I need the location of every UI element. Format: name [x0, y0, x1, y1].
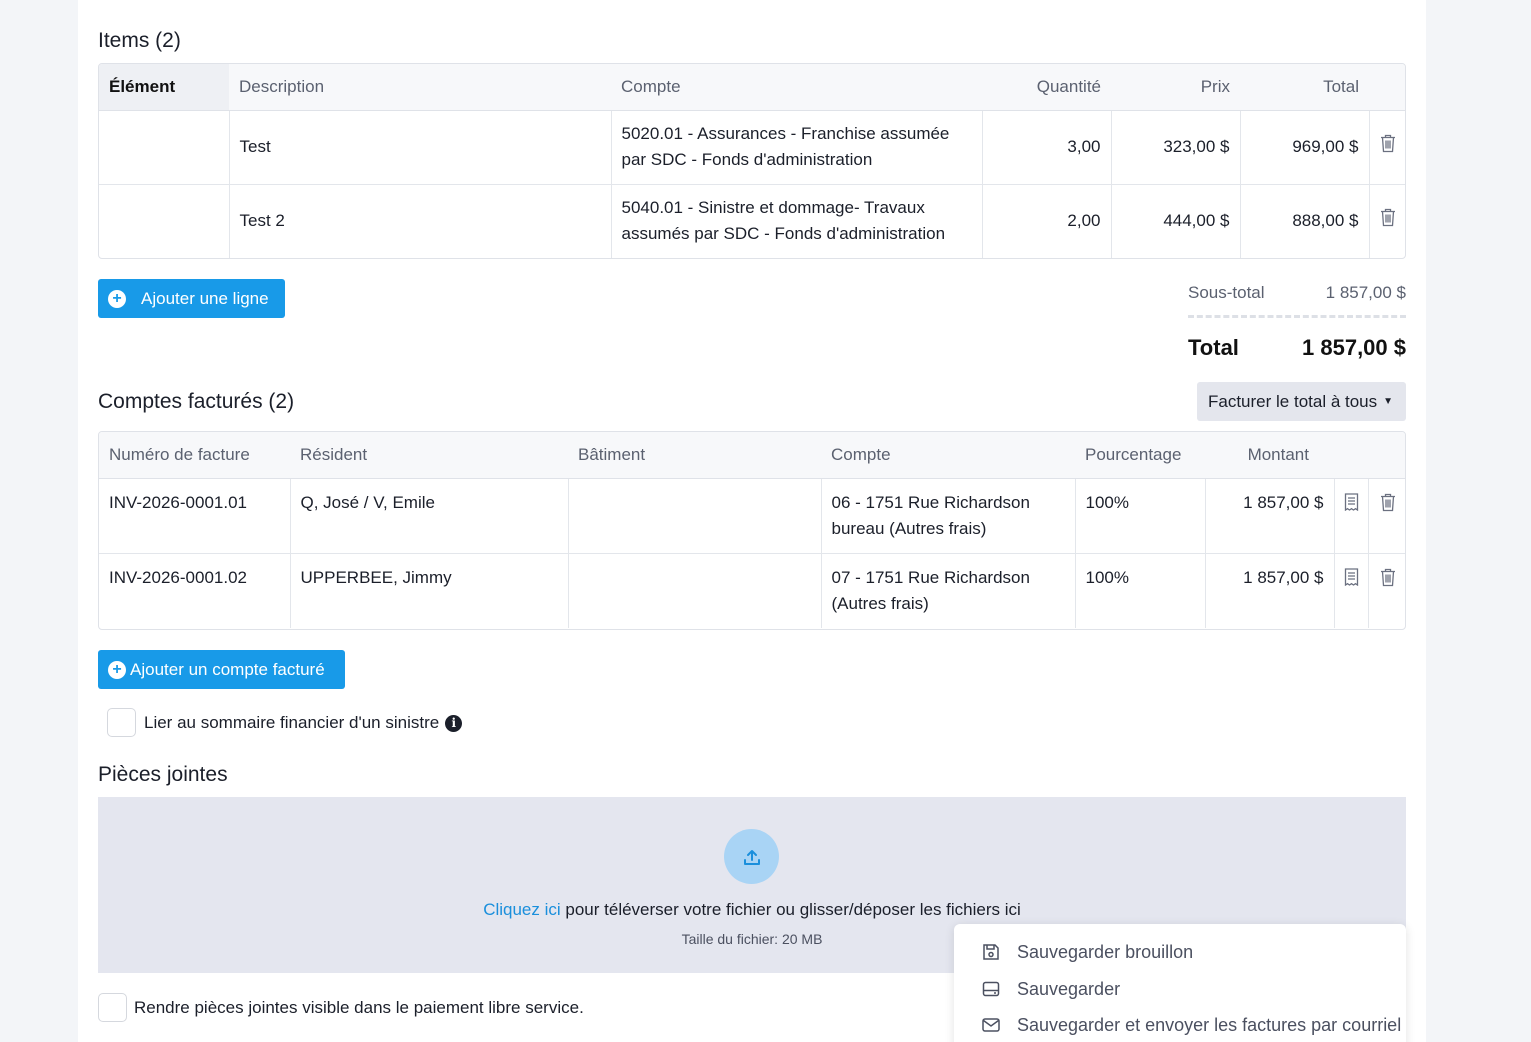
col-total: Total — [1240, 64, 1369, 111]
table-row: INV-2026-0001.02 UPPERBEE, Jimmy 07 - 17… — [99, 553, 1405, 628]
save-item[interactable]: Sauvegarder — [954, 971, 1406, 1007]
pourcentage-cell[interactable]: 100% — [1075, 478, 1206, 554]
batiment-cell[interactable] — [568, 553, 822, 628]
element-cell[interactable] — [99, 184, 230, 258]
receipt-icon[interactable] — [1344, 567, 1359, 590]
trash-icon[interactable] — [1380, 134, 1396, 161]
total-cell: 888,00 $ — [1240, 184, 1370, 258]
plus-circle-icon: + — [108, 660, 126, 679]
link-claim-label: Lier au sommaire financier d'un sinistre — [144, 713, 440, 732]
visible-attachments-checkbox[interactable] — [98, 993, 127, 1022]
col-pourcentage: Pourcentage — [1075, 432, 1205, 479]
total-label: Total — [1188, 335, 1239, 360]
total-divider — [1188, 315, 1406, 318]
compte-line: 07 - 1751 Rue Richardson — [831, 567, 1030, 587]
visible-attachments-label: Rendre pièces jointes visible dans le pa… — [134, 998, 584, 1017]
click-here-link[interactable]: Cliquez ici — [483, 900, 560, 919]
items-table: Élément Description Compte Quantité Prix… — [98, 63, 1406, 259]
total-value: 1 857,00 $ — [1302, 335, 1406, 360]
prix-cell[interactable]: 323,00 $ — [1111, 110, 1241, 185]
quantite-cell[interactable]: 3,00 — [982, 110, 1112, 185]
prix-cell[interactable]: 444,00 $ — [1111, 184, 1241, 258]
table-row: Test 5020.01 - Assurances - Franchise as… — [99, 110, 1405, 185]
table-row: INV-2026-0001.01 Q, José / V, Emile 06 -… — [99, 478, 1405, 554]
element-cell[interactable] — [99, 110, 230, 185]
save-and-send-label: Sauvegarder et envoyer les factures par … — [1017, 1014, 1402, 1035]
batiment-cell[interactable] — [568, 478, 822, 554]
bill-all-dropdown[interactable]: Facturer le total à tous ▼ — [1197, 382, 1406, 421]
upload-instructions: Cliquez ici pour téléverser votre fichie… — [98, 900, 1406, 920]
col-montant: Montant — [1205, 432, 1334, 479]
total-cell: 969,00 $ — [1240, 110, 1370, 185]
compte-line: par SDC - Fonds d'administration — [621, 150, 873, 169]
compte-cell[interactable]: 06 - 1751 Rue Richardson bureau (Autres f… — [821, 478, 1076, 554]
save-label: Sauvegarder — [1017, 978, 1121, 999]
add-line-button[interactable]: + Ajouter une ligne — [98, 279, 285, 318]
billed-accounts-table: Numéro de facture Résident Bâtiment Comp… — [98, 431, 1406, 630]
link-claim-row: Lier au sommaire financier d'un sinistre… — [144, 713, 463, 733]
quantite-cell[interactable]: 2,00 — [982, 184, 1112, 258]
compte-line: 5040.01 - Sinistre et dommage- Travaux — [621, 198, 925, 218]
montant-cell[interactable]: 1 857,00 $ — [1205, 478, 1335, 554]
resident-cell[interactable]: Q, José / V, Emile — [290, 478, 569, 554]
save-menu: Sauvegarder brouillon Sauvegarder Sauveg… — [954, 924, 1406, 1042]
items-title: Items (2) — [98, 29, 181, 52]
compte-line: 06 - 1751 Rue Richardson — [831, 492, 1030, 512]
add-billed-account-button[interactable]: + Ajouter un compte facturé — [98, 650, 345, 689]
col-prix: Prix — [1111, 64, 1240, 111]
bill-all-label: Facturer le total à tous — [1208, 391, 1378, 411]
upload-icon[interactable] — [724, 829, 779, 884]
trash-icon[interactable] — [1380, 208, 1396, 235]
receipt-icon[interactable] — [1344, 492, 1359, 515]
col-batiment: Bâtiment — [568, 432, 821, 479]
col-element: Élément — [99, 64, 229, 111]
col-numero-facture: Numéro de facture — [99, 432, 290, 479]
compte-cell[interactable]: 5020.01 - Assurances - Franchise assumée… — [611, 110, 983, 185]
col-compte: Compte — [821, 432, 1075, 479]
link-claim-checkbox[interactable] — [107, 708, 136, 737]
plus-circle-icon: + — [108, 289, 126, 308]
resident-cell[interactable]: UPPERBEE, Jimmy — [290, 553, 569, 628]
compte-line: (Autres frais) — [831, 593, 929, 613]
save-draft-label: Sauvegarder brouillon — [1017, 941, 1194, 962]
col-compte: Compte — [611, 64, 982, 111]
info-icon[interactable]: i — [445, 714, 463, 732]
col-description: Description — [229, 64, 611, 111]
description-cell[interactable]: Test 2 — [229, 184, 612, 258]
add-billed-account-label: Ajouter un compte facturé — [130, 659, 325, 679]
drive-icon — [982, 981, 1000, 997]
billed-accounts-title: Comptes facturés (2) — [98, 390, 295, 413]
trash-icon[interactable] — [1380, 493, 1396, 520]
save-and-send-item[interactable]: Sauvegarder et envoyer les factures par … — [954, 1007, 1406, 1042]
compte-line: 5020.01 - Assurances - Franchise assumée — [621, 124, 950, 143]
compte-cell[interactable]: 07 - 1751 Rue Richardson (Autres frais) — [821, 553, 1076, 628]
invoice-cell: INV-2026-0001.01 — [99, 478, 291, 554]
col-resident: Résident — [290, 432, 568, 479]
montant-cell[interactable]: 1 857,00 $ — [1205, 553, 1335, 628]
floppy-icon — [983, 944, 999, 960]
subtotal-label: Sous-total — [1188, 283, 1265, 302]
upload-text: pour téléverser votre fichier ou glisser… — [560, 900, 1021, 919]
compte-line: bureau (Autres frais) — [831, 518, 987, 538]
subtotal-value: 1 857,00 $ — [1325, 283, 1406, 302]
save-draft-item[interactable]: Sauvegarder brouillon — [954, 934, 1406, 970]
compte-cell[interactable]: 5040.01 - Sinistre et dommage- Travaux as… — [611, 184, 983, 258]
caret-down-icon: ▼ — [1383, 396, 1394, 407]
add-line-label: Ajouter une ligne — [141, 288, 269, 308]
trash-icon[interactable] — [1380, 568, 1396, 595]
pourcentage-cell[interactable]: 100% — [1075, 553, 1206, 628]
description-cell[interactable]: Test — [229, 110, 612, 185]
invoice-cell: INV-2026-0001.02 — [99, 553, 291, 628]
envelope-icon — [982, 1018, 1000, 1032]
col-quantite: Quantité — [982, 64, 1111, 111]
compte-line: assumés par SDC - Fonds d'administration — [621, 224, 946, 244]
attachments-title: Pièces jointes — [98, 763, 228, 786]
table-row: Test 2 5040.01 - Sinistre et dommage- Tr… — [99, 184, 1405, 258]
